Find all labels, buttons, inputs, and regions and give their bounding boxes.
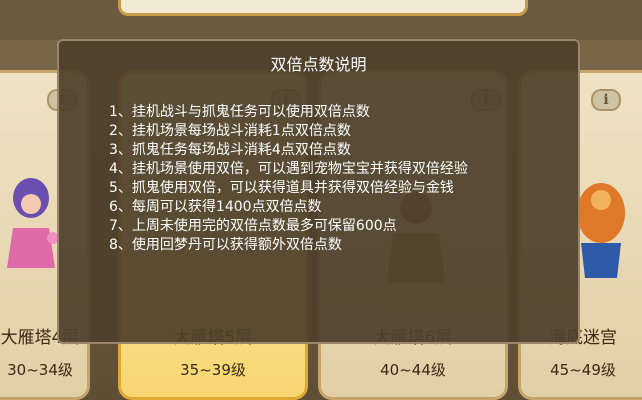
level-card-range: 30~34级 [7, 361, 73, 379]
rule-item: 5、抓鬼使用双倍，可以获得道具并获得双倍经验与金钱 [109, 180, 454, 196]
double-points-info-dialog: 双倍点数说明 1、挂机战斗与抓鬼任务可以使用双倍点数 2、挂机场景每场战斗消耗1… [57, 39, 580, 344]
info-icon[interactable]: i [591, 89, 621, 111]
rule-item: 7、上周未使用完的双倍点数最多可保留600点 [109, 218, 397, 234]
top-header-bar [118, 0, 528, 16]
level-card-range: 35~39级 [180, 361, 246, 379]
rule-item: 2、挂机场景每场战斗消耗1点双倍点数 [109, 123, 351, 139]
rule-item: 1、挂机战斗与抓鬼任务可以使用双倍点数 [109, 104, 370, 120]
dialog-title: 双倍点数说明 [270, 55, 367, 74]
rule-item: 6、每周可以获得1400点双倍点数 [109, 199, 322, 215]
rule-item: 4、挂机场景使用双倍，可以遇到宠物宝宝并获得双倍经验 [109, 161, 468, 177]
level-card-range: 40~44级 [380, 361, 446, 379]
rule-item: 3、抓鬼任务每场战斗消耗4点双倍点数 [109, 142, 351, 158]
level-card-range: 45~49级 [550, 361, 616, 379]
rules-list: 1、挂机战斗与抓鬼任务可以使用双倍点数 2、挂机场景每场战斗消耗1点双倍点数 3… [109, 103, 554, 255]
rule-item: 8、使用回梦丹可以获得额外双倍点数 [109, 237, 342, 253]
character-sprite-icon [7, 178, 59, 268]
